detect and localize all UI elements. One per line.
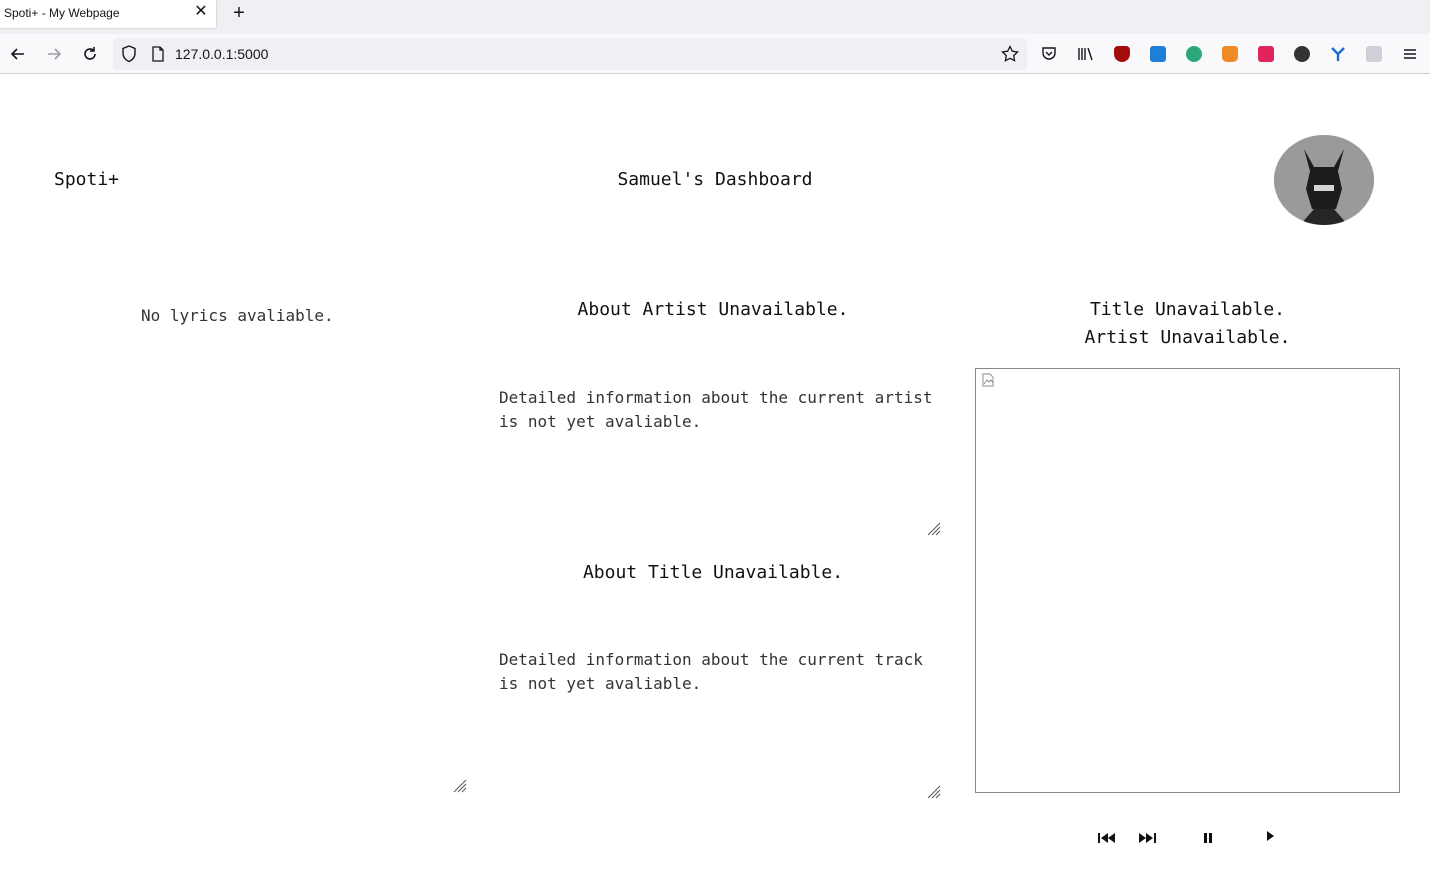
next-icon[interactable] bbox=[1136, 828, 1158, 848]
resize-grip-icon[interactable] bbox=[927, 522, 941, 536]
play-icon[interactable] bbox=[1259, 826, 1281, 846]
browser-tab-bar: Spoti+ - My Webpage ✕ + bbox=[0, 0, 1430, 34]
track-description: Detailed information about the current t… bbox=[499, 650, 923, 693]
extension-bucket-icon[interactable] bbox=[1222, 46, 1238, 62]
browser-tab[interactable]: Spoti+ - My Webpage ✕ bbox=[0, 0, 216, 28]
track-description-box[interactable]: Detailed information about the current t… bbox=[490, 648, 942, 800]
tab-title: Spoti+ - My Webpage bbox=[4, 6, 120, 20]
resize-grip-icon[interactable] bbox=[927, 785, 941, 799]
new-tab-button[interactable]: + bbox=[229, 3, 249, 23]
extension-s-icon[interactable] bbox=[1150, 46, 1166, 62]
artist-heading: About Artist Unavailable. bbox=[577, 299, 849, 320]
pocket-icon[interactable] bbox=[1041, 46, 1057, 67]
extension-mask-icon[interactable] bbox=[1294, 46, 1310, 62]
artist-description-box[interactable]: Detailed information about the current a… bbox=[490, 386, 942, 536]
track-heading: About Title Unavailable. bbox=[582, 562, 844, 583]
shield-icon[interactable] bbox=[121, 45, 137, 68]
grammarly-icon[interactable] bbox=[1186, 46, 1202, 62]
now-playing-title: Title Unavailable. bbox=[1089, 299, 1286, 320]
now-playing-artist: Artist Unavailable. bbox=[1084, 327, 1291, 348]
close-tab-icon[interactable]: ✕ bbox=[193, 3, 209, 21]
url-text[interactable]: 127.0.0.1:5000 bbox=[175, 46, 268, 62]
extension-y-icon[interactable] bbox=[1330, 46, 1346, 67]
extension-grey-icon[interactable] bbox=[1366, 46, 1382, 62]
resize-grip-icon[interactable] bbox=[453, 779, 467, 793]
library-icon[interactable] bbox=[1077, 46, 1095, 67]
forward-icon[interactable] bbox=[43, 43, 65, 65]
extension-x-icon[interactable] bbox=[1258, 46, 1274, 62]
url-bar[interactable]: 127.0.0.1:5000 bbox=[113, 38, 1027, 70]
page-icon bbox=[151, 46, 165, 67]
bookmark-star-icon[interactable] bbox=[1001, 45, 1019, 68]
album-art bbox=[975, 368, 1400, 793]
menu-icon[interactable] bbox=[1402, 46, 1418, 67]
lyrics-text: No lyrics avaliable. bbox=[141, 306, 334, 325]
artist-description: Detailed information about the current a… bbox=[499, 388, 933, 431]
browser-nav-bar: 127.0.0.1:5000 bbox=[0, 34, 1430, 74]
previous-icon[interactable] bbox=[1096, 828, 1118, 848]
page-title: Samuel's Dashboard bbox=[617, 169, 813, 190]
back-icon[interactable] bbox=[7, 43, 29, 65]
reload-icon[interactable] bbox=[79, 43, 101, 65]
ublock-icon[interactable] bbox=[1114, 46, 1130, 62]
avatar[interactable] bbox=[1274, 135, 1374, 225]
broken-image-icon bbox=[982, 373, 994, 387]
pause-icon[interactable] bbox=[1197, 828, 1219, 848]
